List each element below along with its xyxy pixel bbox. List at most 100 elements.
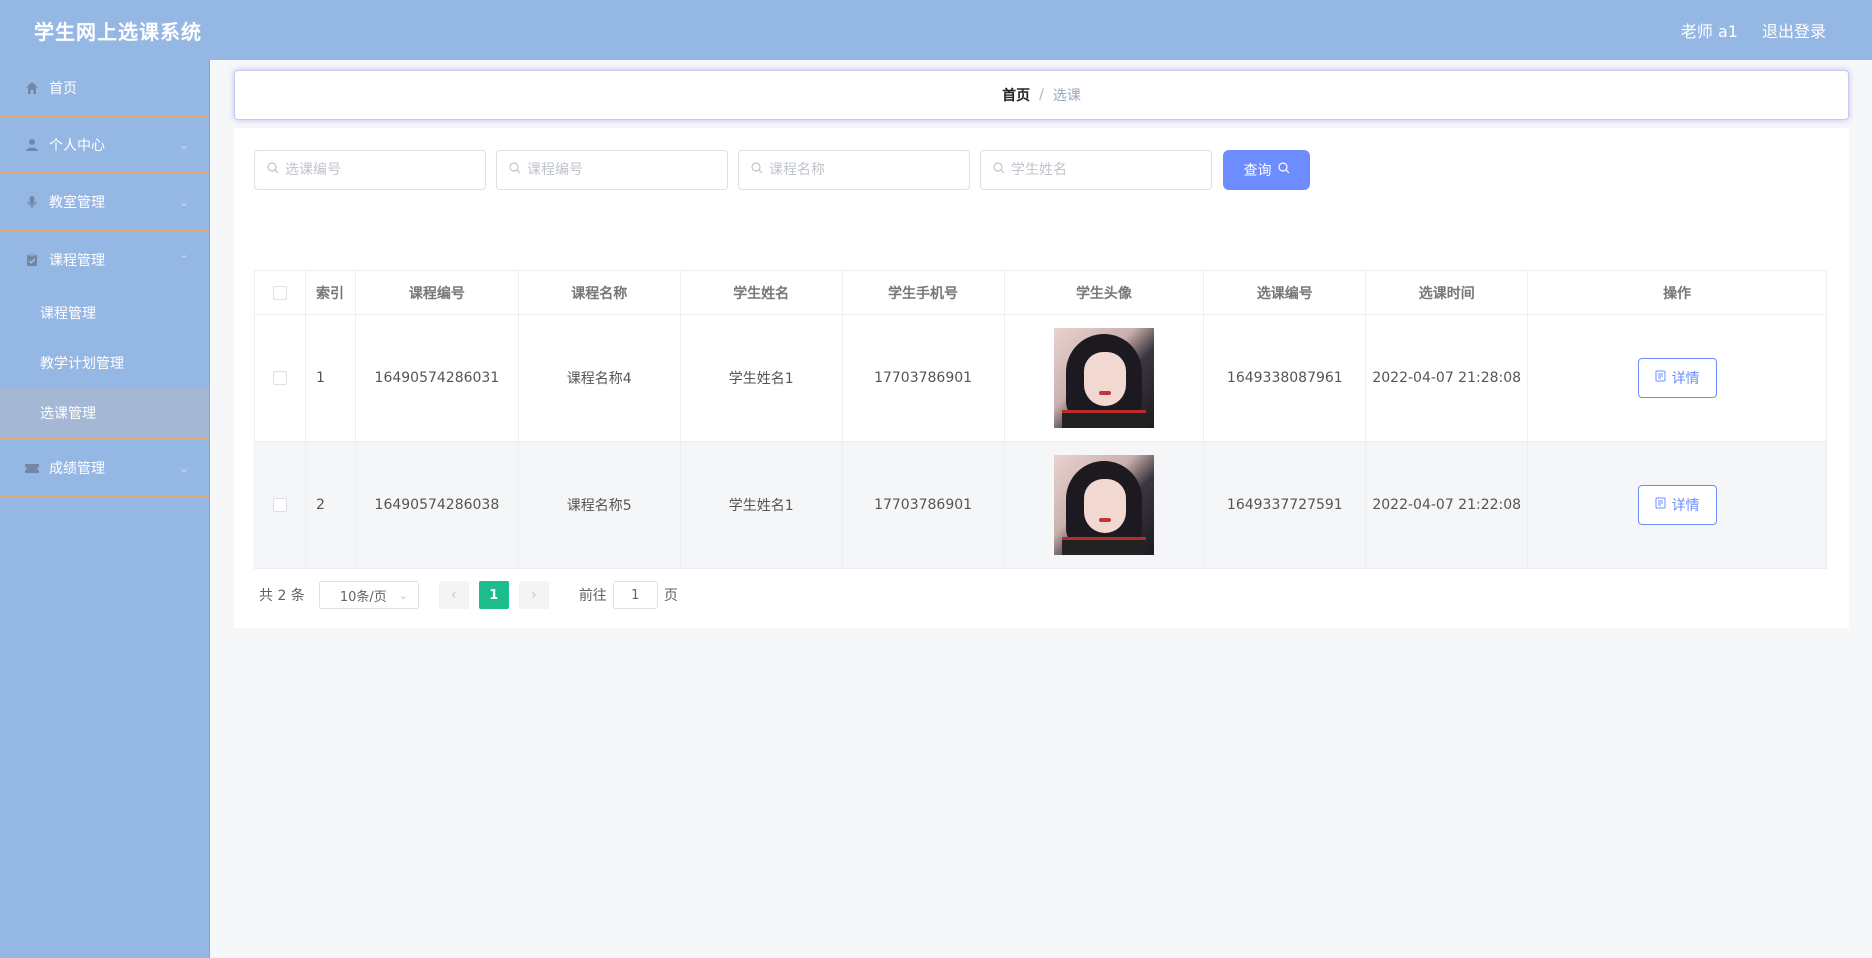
table-row: 2 16490574286038 课程名称5 学生姓名1 17703786901… (255, 442, 1827, 569)
selection-no-search (254, 150, 486, 190)
course-no-input[interactable] (527, 162, 707, 178)
page-number[interactable]: 1 (478, 581, 509, 609)
time-cell: 2022-04-07 21:28:08 (1366, 315, 1529, 442)
student-avatar (1053, 455, 1154, 555)
avatar-cell (1004, 315, 1205, 442)
next-page-button[interactable]: › (518, 581, 549, 609)
submenu-teaching-plan[interactable]: 教学计划管理 (0, 338, 209, 388)
student-name-input[interactable] (1011, 162, 1191, 178)
top-header: 学生网上选课系统 老师 a1 退出登录 (0, 0, 1872, 60)
goto-label: 前往 (578, 588, 607, 604)
header-time: 选课时间 (1366, 271, 1529, 315)
header-index: 索引 (305, 271, 356, 315)
header-right: 老师 a1 退出登录 (1681, 18, 1826, 42)
course-name-search (738, 150, 970, 190)
time-cell: 2022-04-07 21:22:08 (1366, 442, 1529, 569)
table-row: 1 16490574286031 课程名称4 学生姓名1 17703786901… (255, 315, 1827, 442)
index-cell: 1 (305, 315, 356, 442)
header-avatar: 学生头像 (1004, 271, 1205, 315)
index-cell: 2 (305, 442, 356, 569)
course-no-cell: 16490574286038 (355, 442, 519, 569)
sidebar-item-personal-center[interactable]: 个人中心 ⌄ (0, 117, 209, 174)
chevron-down-icon: ⌄ (178, 194, 189, 209)
student-avatar (1053, 328, 1154, 428)
search-row: 查询 (254, 150, 1310, 190)
phone-cell: 17703786901 (842, 442, 1005, 569)
goto-page: 前往 页 (579, 581, 678, 609)
course-name-cell: 课程名称4 (518, 315, 681, 442)
main-panel: 查询 索引 课程编号 课程名称 学生姓名 学生手机号 学生头像 选课编号 选课时… (234, 128, 1849, 628)
breadcrumb-current: 选课 (1052, 88, 1081, 104)
document-icon (1655, 497, 1666, 513)
search-icon (267, 162, 279, 178)
breadcrumb-home[interactable]: 首页 (1002, 85, 1030, 105)
breadcrumb: 首页 / 选课 (234, 70, 1849, 120)
header-student-name: 学生姓名 (680, 271, 843, 315)
sidebar-item-label: 个人中心 (49, 137, 105, 154)
student-name-search (980, 150, 1212, 190)
total-count: 共 2 条 (259, 588, 305, 604)
page-size-select[interactable]: 10条/页 ⌄ (318, 581, 419, 609)
mic-icon (24, 194, 40, 210)
avatar-cell (1004, 442, 1205, 569)
sidebar-item-classroom[interactable]: 教室管理 ⌄ (0, 174, 209, 231)
header-action: 操作 (1528, 271, 1827, 315)
row-select-cell (255, 442, 306, 569)
current-user: 老师 a1 (1680, 22, 1738, 41)
action-cell: 详情 (1528, 442, 1827, 569)
goto-page-input[interactable] (612, 581, 658, 609)
logout-link[interactable]: 退出登录 (1762, 18, 1826, 42)
query-button[interactable]: 查询 (1223, 150, 1310, 190)
row-select-cell (255, 315, 306, 442)
sidebar-item-label: 首页 (49, 80, 77, 97)
sidebar-item-home[interactable]: 首页 (0, 60, 209, 117)
phone-cell: 17703786901 (842, 315, 1005, 442)
search-icon (993, 162, 1005, 178)
sidebar-item-grades[interactable]: 成绩管理 ⌄ (0, 440, 209, 497)
course-no-cell: 16490574286031 (355, 315, 519, 442)
home-icon (24, 80, 40, 96)
ticket-icon (24, 460, 40, 476)
prev-page-button[interactable]: ‹ (438, 581, 469, 609)
submenu-course-selection[interactable]: 选课管理 (0, 388, 209, 438)
document-icon (1655, 370, 1666, 386)
course-no-search (496, 150, 728, 190)
sidebar: 首页 个人中心 ⌄ 教室管理 ⌄ 课程管理 ⌃ 课程管理 教学计划管理 选课管理… (0, 60, 210, 958)
search-icon (1277, 162, 1290, 178)
select-all-checkbox[interactable] (272, 285, 287, 300)
sidebar-item-course[interactable]: 课程管理 ⌃ (0, 231, 209, 288)
chevron-left-icon: ‹ (451, 587, 457, 603)
course-name-cell: 课程名称5 (518, 442, 681, 569)
course-submenu: 课程管理 教学计划管理 选课管理 (0, 288, 209, 440)
student-name-cell: 学生姓名1 (680, 442, 843, 569)
header-course-no: 课程编号 (355, 271, 519, 315)
header-course-name: 课程名称 (518, 271, 681, 315)
detail-button-label: 详情 (1671, 498, 1700, 514)
detail-button[interactable]: 详情 (1637, 358, 1717, 398)
selection-no-input[interactable] (285, 162, 465, 178)
row-checkbox[interactable] (272, 371, 287, 385)
header-select-all (255, 271, 306, 315)
pagination: 共 2 条 10条/页 ⌄ ‹ 1 › 前往 页 (259, 581, 678, 609)
search-icon (751, 162, 763, 178)
course-name-input[interactable] (769, 162, 949, 178)
selection-table: 索引 课程编号 课程名称 学生姓名 学生手机号 学生头像 选课编号 选课时间 操… (254, 270, 1827, 569)
chevron-down-icon: ⌄ (398, 588, 408, 602)
query-button-label: 查询 (1243, 163, 1272, 179)
breadcrumb-separator: / (1039, 87, 1044, 103)
sidebar-item-label: 教室管理 (49, 194, 105, 211)
chevron-right-icon: › (531, 587, 537, 603)
clipboard-icon (24, 252, 40, 268)
search-icon (509, 162, 521, 178)
header-selection-no: 选课编号 (1204, 271, 1367, 315)
submenu-course-management[interactable]: 课程管理 (0, 288, 209, 338)
row-checkbox[interactable] (272, 498, 287, 512)
action-cell: 详情 (1528, 315, 1827, 442)
header-phone: 学生手机号 (842, 271, 1005, 315)
selection-no-cell: 1649337727591 (1204, 442, 1367, 569)
page-suffix: 页 (663, 588, 678, 604)
detail-button-label: 详情 (1671, 371, 1700, 387)
detail-button[interactable]: 详情 (1637, 485, 1717, 525)
sidebar-item-label: 课程管理 (49, 252, 105, 269)
selection-no-cell: 1649338087961 (1204, 315, 1367, 442)
